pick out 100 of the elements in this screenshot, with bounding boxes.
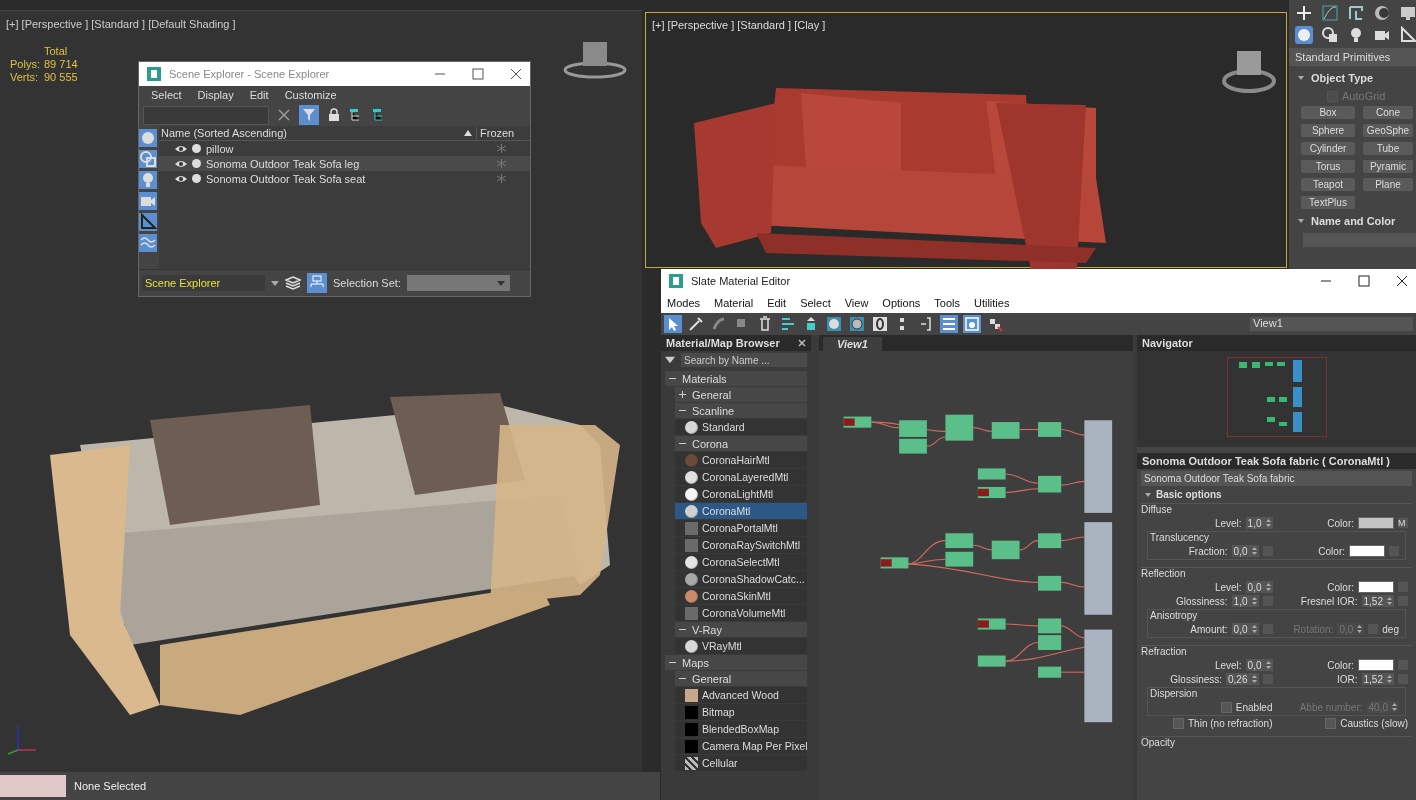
- viewport[interactable]: [+] [Perspective ] [Standard ] [Clay ]: [645, 12, 1287, 268]
- sphere-icon[interactable]: [1295, 26, 1313, 44]
- checkbox[interactable]: [1325, 718, 1337, 729]
- filter-icon[interactable]: [299, 105, 319, 125]
- browser-entry[interactable]: CoronaPortalMtl: [675, 520, 807, 536]
- group-header[interactable]: V-Ray: [675, 622, 807, 637]
- spinner-field[interactable]: 1,0: [1231, 595, 1259, 607]
- lock-icon[interactable]: [328, 108, 340, 122]
- browser-entry[interactable]: CoronaSkinMtl: [675, 588, 807, 604]
- collapse-icon[interactable]: [679, 675, 686, 682]
- primitive-button[interactable]: Torus: [1301, 160, 1355, 173]
- spinner-field[interactable]: 1,52: [1361, 673, 1394, 685]
- curve-icon[interactable]: [1321, 4, 1339, 22]
- dropdown-triangle-icon[interactable]: [665, 356, 675, 364]
- pointer-icon[interactable]: [664, 315, 682, 333]
- browser-entry[interactable]: VRayMtl: [675, 638, 807, 654]
- menu-item[interactable]: Edit: [249, 89, 269, 101]
- panel-icon[interactable]: [963, 315, 981, 333]
- list-icon[interactable]: [940, 315, 958, 333]
- menu-item[interactable]: View: [844, 297, 869, 309]
- clear-icon[interactable]: [278, 109, 290, 121]
- primitive-button[interactable]: Plane: [1363, 178, 1413, 191]
- collapse-triangle-icon[interactable]: [1297, 74, 1305, 82]
- scene-object-row[interactable]: Sonoma Outdoor Teak Sofa seat: [159, 171, 530, 186]
- eye-icon[interactable]: [175, 159, 187, 168]
- spinner-field[interactable]: 0,0: [1245, 581, 1273, 593]
- layers-icon[interactable]: [285, 275, 301, 291]
- caret-icon[interactable]: [496, 280, 505, 286]
- spinner-field[interactable]: 0,0: [1245, 659, 1273, 671]
- plus-icon[interactable]: [1295, 4, 1313, 22]
- menu-item[interactable]: Select: [800, 297, 831, 309]
- viewcube-icon[interactable]: [563, 40, 627, 80]
- motion-icon[interactable]: [1373, 4, 1391, 22]
- menu-item[interactable]: Utilities: [973, 297, 1010, 309]
- script-listener-field[interactable]: [0, 775, 66, 797]
- column-header[interactable]: Name (Sorted Ascending): [161, 127, 464, 139]
- rollout-title[interactable]: Name and Color: [1311, 215, 1396, 227]
- collapse-icon[interactable]: [679, 440, 686, 447]
- viewport-label[interactable]: [+] [Perspective ] [Standard ] [Default Shading ]: [6, 18, 236, 30]
- expand-icon[interactable]: [679, 391, 686, 398]
- spinner-field[interactable]: 0,0: [1231, 623, 1259, 635]
- spinner-field[interactable]: 0,26: [1226, 673, 1259, 685]
- spinner-arrows-icon[interactable]: [1387, 675, 1392, 683]
- checker-icon[interactable]: [848, 315, 866, 333]
- scene-object-row[interactable]: Sonoma Outdoor Teak Sofa leg: [159, 156, 530, 171]
- spinner-arrows-icon[interactable]: [1251, 625, 1257, 633]
- eye-icon[interactable]: [175, 144, 187, 153]
- material-nodes[interactable]: [1084, 420, 1113, 723]
- eyedropper-icon[interactable]: [687, 315, 705, 333]
- menu-item[interactable]: Options: [882, 297, 921, 309]
- section-header[interactable]: Materials: [665, 371, 807, 386]
- group-header[interactable]: Corona: [675, 436, 807, 451]
- color-swatch[interactable]: [1358, 517, 1394, 529]
- primitive-button[interactable]: TextPlus: [1301, 196, 1355, 209]
- primitive-button[interactable]: Teapot: [1301, 178, 1355, 191]
- group-header[interactable]: Scanline: [675, 403, 807, 418]
- snowflake-icon[interactable]: [497, 144, 506, 153]
- group-header[interactable]: General: [675, 387, 807, 402]
- maximize-icon[interactable]: [472, 68, 484, 80]
- browser-entry[interactable]: Standard: [675, 419, 807, 435]
- close-icon[interactable]: [510, 68, 522, 80]
- explorer-dropdown[interactable]: Scene Explorer: [142, 275, 265, 291]
- spinner-arrows-icon[interactable]: [1251, 547, 1257, 555]
- viewport-label[interactable]: [+] [Perspective ] [Standard ] [Clay ]: [652, 19, 826, 31]
- render-dot-icon[interactable]: [192, 174, 201, 183]
- menu-item[interactable]: Display: [197, 89, 234, 101]
- material-name-field[interactable]: Sonoma Outdoor Teak Sofa fabric: [1141, 471, 1412, 486]
- spinner-arrows-icon[interactable]: [1265, 583, 1271, 591]
- browser-entry[interactable]: CoronaLayeredMtl: [675, 469, 807, 485]
- primitives-dropdown[interactable]: Standard Primitives: [1289, 48, 1416, 66]
- browser-entry[interactable]: CoronaShadowCatc...: [675, 571, 807, 587]
- menu-item[interactable]: Modes: [667, 297, 701, 309]
- browser-entry[interactable]: CoronaSelectMtl: [675, 554, 807, 570]
- caret-icon[interactable]: [271, 280, 279, 286]
- browser-entry[interactable]: CoronaMtl: [675, 503, 807, 519]
- primitive-button[interactable]: Pyramic: [1363, 160, 1413, 173]
- scene-object-row[interactable]: pillow: [159, 141, 530, 156]
- collapse-triangle-icon[interactable]: [1297, 217, 1305, 225]
- primitive-button[interactable]: Cylinder: [1301, 142, 1355, 155]
- spinner-arrows-icon[interactable]: [1251, 597, 1257, 605]
- spinner-field[interactable]: 1,0: [1245, 517, 1273, 529]
- render-dot-icon[interactable]: [192, 144, 201, 153]
- spinner-field[interactable]: 0,0: [1231, 545, 1259, 557]
- collapse-icon[interactable]: [669, 375, 676, 382]
- search-field[interactable]: [143, 105, 269, 125]
- monitor-icon[interactable]: [1399, 4, 1416, 22]
- primitive-button[interactable]: GeoSphe: [1363, 124, 1413, 137]
- spinner-arrows-icon[interactable]: [1251, 675, 1257, 683]
- checkbox[interactable]: [1173, 718, 1184, 729]
- close-icon[interactable]: [798, 339, 806, 347]
- browser-entry[interactable]: CoronaVolumeMtl: [675, 605, 807, 621]
- maximize-icon[interactable]: [1358, 275, 1370, 287]
- ruler-icon[interactable]: [1399, 26, 1416, 44]
- rollout-title[interactable]: Object Type: [1311, 72, 1374, 84]
- view-dropdown[interactable]: View1: [1250, 317, 1413, 331]
- color-swatch[interactable]: [1349, 545, 1385, 557]
- spinner-arrows-icon[interactable]: [1265, 519, 1271, 527]
- browser-entry[interactable]: Cellular: [675, 755, 807, 771]
- spinner-arrows-icon[interactable]: [1387, 597, 1392, 605]
- eye-icon[interactable]: [175, 174, 187, 183]
